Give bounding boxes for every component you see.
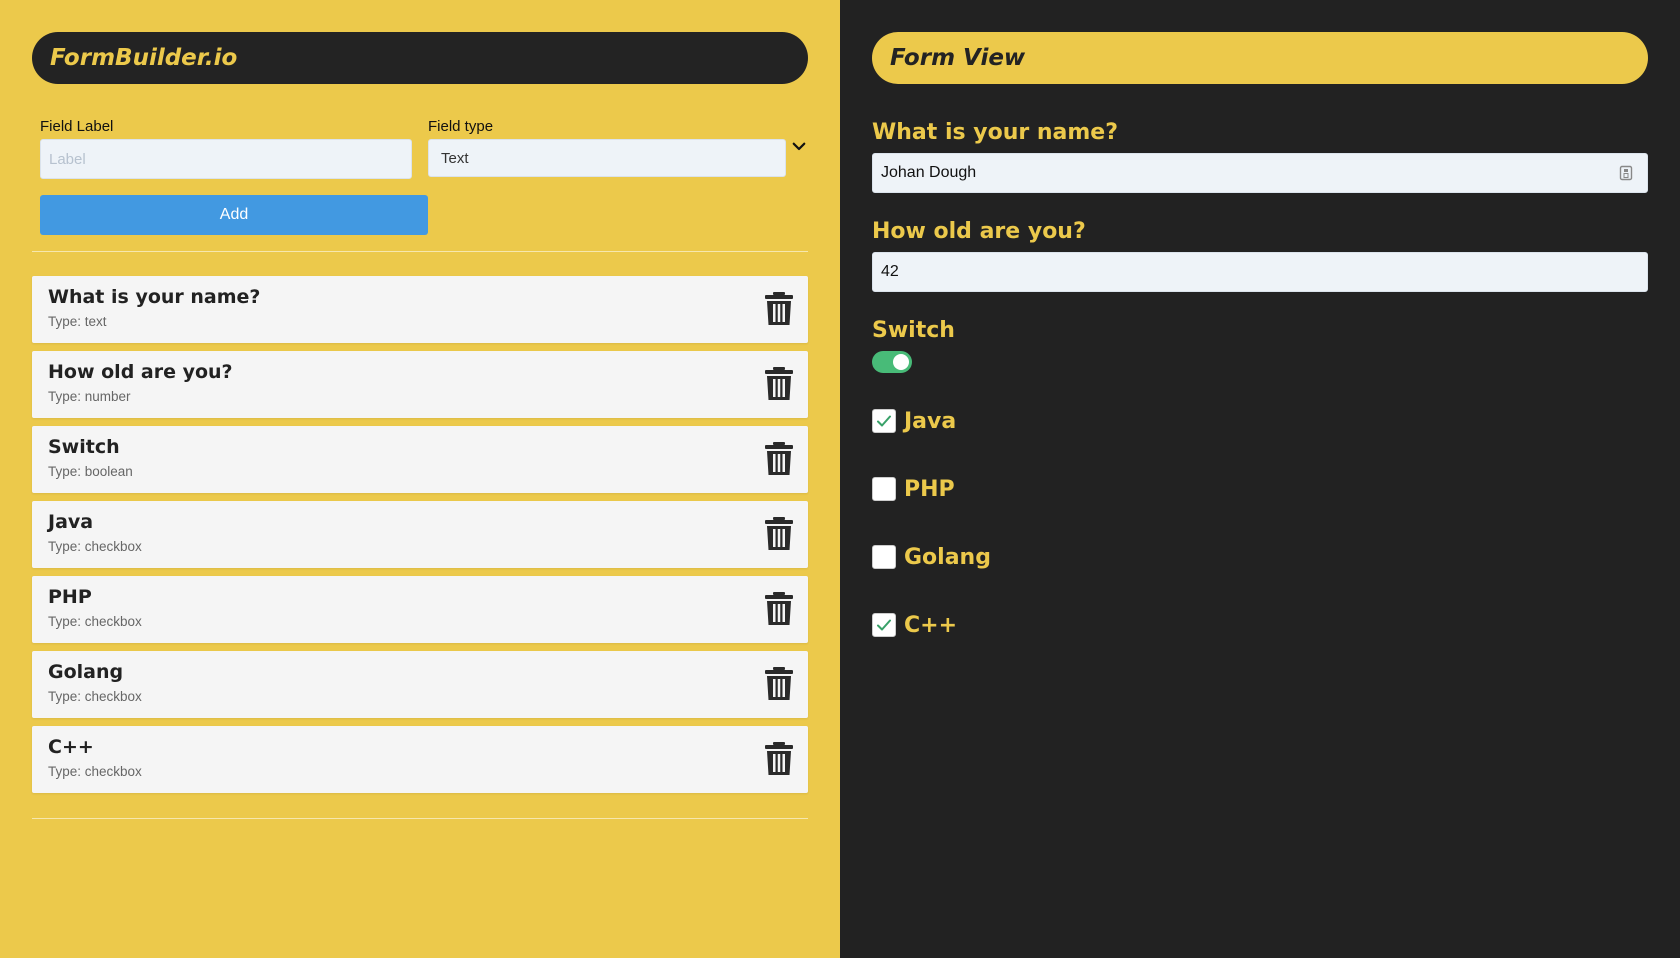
rendered-form: What is your name? Johan Dough How old a… xyxy=(872,120,1648,639)
checkbox-label: Java xyxy=(904,408,957,434)
field-card: How old are you? Type: number xyxy=(32,351,808,418)
field-card-type: Type: number xyxy=(48,389,131,404)
checkbox-row: C++ xyxy=(872,611,1648,639)
field-card-label: C++ xyxy=(48,736,94,758)
checkbox-row: Golang xyxy=(872,543,1648,571)
field-card-type: Type: boolean xyxy=(48,464,133,479)
name-input-value: Johan Dough xyxy=(881,164,977,181)
field-card: Switch Type: boolean xyxy=(32,426,808,493)
trash-icon[interactable] xyxy=(764,592,794,626)
builder-panel: FormBuilder.io Field Label Field type Te… xyxy=(0,0,840,958)
trash-icon[interactable] xyxy=(764,442,794,476)
add-field-form: Field Label Field type Text xyxy=(32,118,808,179)
switch-toggle[interactable] xyxy=(872,351,912,373)
field-card-label: Switch xyxy=(48,436,120,458)
field-card-type: Type: checkbox xyxy=(48,614,142,629)
chevron-down-icon[interactable] xyxy=(790,137,808,155)
field-type-caption: Field type xyxy=(428,118,494,135)
field-card-label: PHP xyxy=(48,586,92,608)
field-card-label: What is your name? xyxy=(48,286,261,308)
field-card-type: Type: text xyxy=(48,314,107,329)
field-card: PHP Type: checkbox xyxy=(32,576,808,643)
field-type-select-wrap: Text xyxy=(428,139,808,177)
field-card-label: Java xyxy=(48,511,94,533)
divider-bottom xyxy=(32,818,808,819)
field-card: C++ Type: checkbox xyxy=(32,726,808,793)
field-card: Java Type: checkbox xyxy=(32,501,808,568)
field-label-input[interactable] xyxy=(40,139,412,179)
checkbox[interactable] xyxy=(872,613,896,637)
switch-label: Switch xyxy=(872,318,955,343)
checkbox[interactable] xyxy=(872,545,896,569)
toggle-knob xyxy=(893,354,909,370)
checkbox[interactable] xyxy=(872,477,896,501)
field-card: Golang Type: checkbox xyxy=(32,651,808,718)
field-card: What is your name? Type: text xyxy=(32,276,808,343)
name-input[interactable]: Johan Dough xyxy=(872,153,1648,193)
checkbox-label: PHP xyxy=(904,476,955,502)
form-view-title: Form View xyxy=(890,45,1026,71)
trash-icon[interactable] xyxy=(764,367,794,401)
check-icon xyxy=(877,415,891,427)
checkbox-label: Golang xyxy=(904,544,991,570)
checkbox[interactable] xyxy=(872,409,896,433)
checkbox-group: Java PHP Golang C++ xyxy=(872,407,1648,639)
field-card-type: Type: checkbox xyxy=(48,539,142,554)
switch-question: Switch xyxy=(872,318,1648,373)
check-icon xyxy=(877,619,891,631)
age-label: How old are you? xyxy=(872,219,1086,244)
checkbox-row: Java xyxy=(872,407,1648,435)
trash-icon[interactable] xyxy=(764,667,794,701)
form-view-panel: Form View What is your name? Johan Dough… xyxy=(840,0,1680,958)
field-card-label: Golang xyxy=(48,661,124,683)
field-type-group: Field type Text xyxy=(428,118,808,179)
age-input[interactable]: 42 xyxy=(872,252,1648,292)
brand-header: FormBuilder.io xyxy=(32,32,808,84)
field-list: What is your name? Type: text How old are … xyxy=(32,276,808,793)
autofill-icon[interactable] xyxy=(1619,165,1633,181)
trash-icon[interactable] xyxy=(764,517,794,551)
trash-icon[interactable] xyxy=(764,292,794,326)
age-question: How old are you? 42 xyxy=(872,219,1648,292)
name-label: What is your name? xyxy=(872,120,1118,145)
checkbox-row: PHP xyxy=(872,475,1648,503)
field-label-caption: Field Label xyxy=(40,118,114,135)
name-question: What is your name? Johan Dough xyxy=(872,120,1648,193)
field-type-value: Text xyxy=(441,149,469,167)
field-card-label: How old are you? xyxy=(48,361,233,383)
field-type-select[interactable]: Text xyxy=(428,139,786,177)
field-card-type: Type: checkbox xyxy=(48,689,142,704)
field-label-group: Field Label xyxy=(40,118,412,179)
trash-icon[interactable] xyxy=(764,742,794,776)
age-input-value: 42 xyxy=(881,263,899,280)
add-button[interactable]: Add xyxy=(40,195,428,235)
divider xyxy=(32,251,808,252)
checkbox-label: C++ xyxy=(904,612,958,638)
field-card-type: Type: checkbox xyxy=(48,764,142,779)
form-view-header: Form View xyxy=(872,32,1648,84)
app-title: FormBuilder.io xyxy=(50,45,238,71)
